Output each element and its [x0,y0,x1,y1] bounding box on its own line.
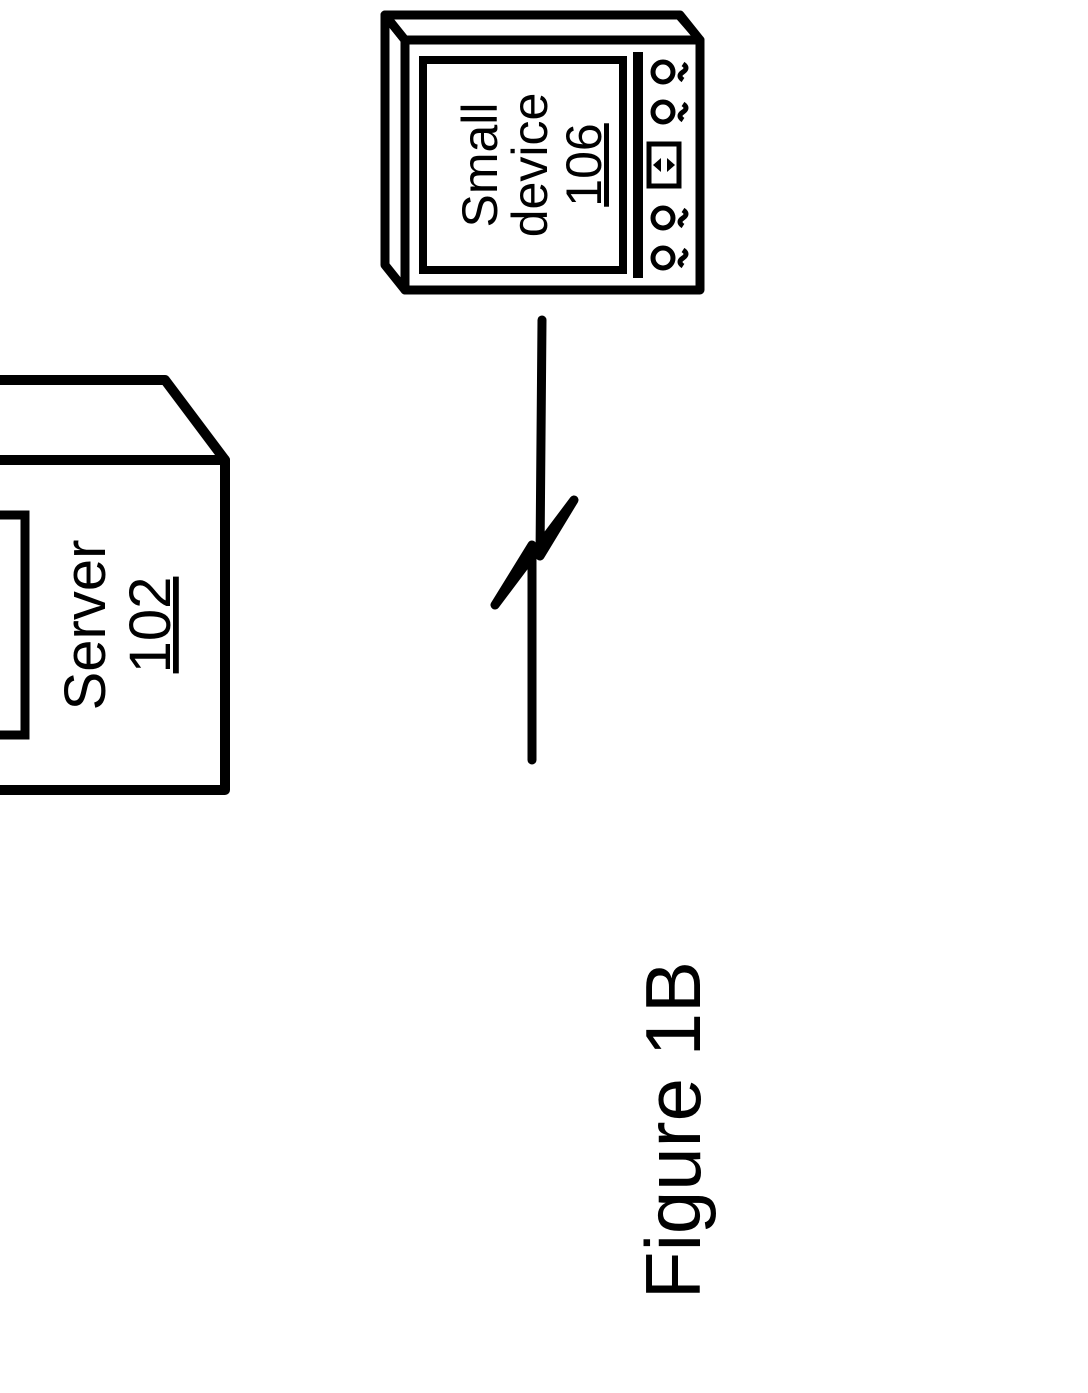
drive-bays [0,515,25,735]
server-tower: Server 102 [0,380,225,790]
diagram-canvas: Server 102 Small device 106 [0,0,1088,1393]
small-device: Small device 106 [385,15,700,290]
server-ref: 102 [118,577,183,674]
device-ref: 106 [556,123,612,206]
server-label: Server [53,540,118,711]
figure-caption: Figure 1B [629,961,717,1299]
device-line1: Small [452,102,508,227]
wireless-link [495,320,574,760]
device-line2: device [502,93,558,238]
